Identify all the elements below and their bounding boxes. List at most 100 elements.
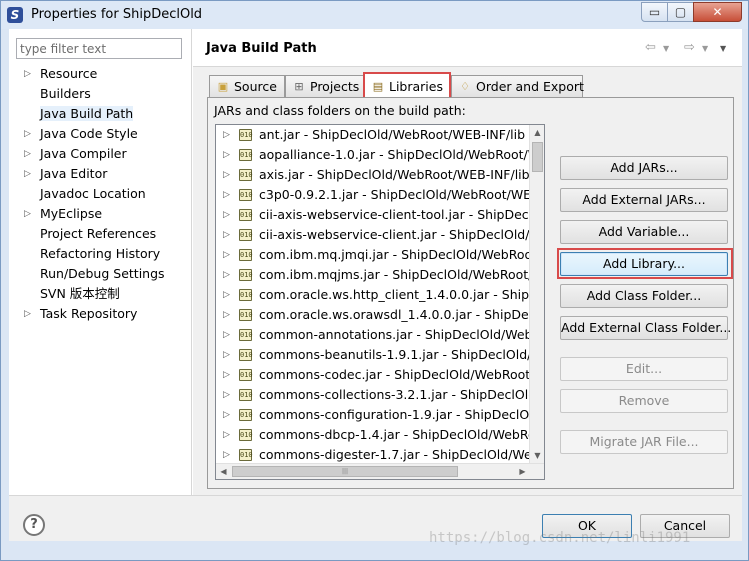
expand-arrow-icon[interactable]: ▷ xyxy=(24,64,31,84)
jar-list-item-label: cii-axis-webservice-client-tool.jar - Sh… xyxy=(259,207,532,222)
vertical-scrollbar[interactable]: ▲ ▼ xyxy=(529,125,544,464)
expand-arrow-icon[interactable]: ▷ xyxy=(223,385,230,405)
help-icon[interactable]: ? xyxy=(23,514,45,536)
expand-arrow-icon[interactable]: ▷ xyxy=(24,164,31,184)
libraries-tab-body: JARs and class folders on the build path… xyxy=(207,97,734,489)
add-external-class-folder-button[interactable]: Add External Class Folder... xyxy=(560,316,731,340)
maximize-button[interactable]: ▢ xyxy=(667,2,694,22)
tree-item[interactable]: Refactoring History xyxy=(22,244,165,264)
expand-arrow-icon[interactable]: ▷ xyxy=(223,425,230,445)
property-pages-tree: ▷ Resource Builders Java Build Path ▷ Java Co… xyxy=(22,64,165,324)
tab-libraries[interactable]: ▤ Libraries xyxy=(363,72,451,98)
build-path-label: JARs and class folders on the build path… xyxy=(214,103,466,118)
add-jars-button[interactable]: Add JARs... xyxy=(560,156,728,180)
expand-arrow-icon[interactable]: ▷ xyxy=(223,325,230,345)
tree-item[interactable]: Builders xyxy=(22,84,165,104)
horizontal-scroll-thumb[interactable]: ||| xyxy=(232,466,458,477)
expand-arrow-icon[interactable]: ▷ xyxy=(223,185,230,205)
tree-item-label: Run/Debug Settings xyxy=(40,266,165,281)
expand-arrow-icon[interactable]: ▷ xyxy=(223,265,230,285)
tree-item[interactable]: ▷ Task Repository xyxy=(22,304,165,324)
jar-list[interactable]: ▷ 010 ant.jar - ShipDeclOld/WebRoot/WEB-IN… xyxy=(215,124,545,480)
jar-list-item[interactable]: ▷ 010 com.ibm.mq.jmqi.jar - ShipDeclOld/We… xyxy=(216,245,532,265)
expand-arrow-icon[interactable]: ▷ xyxy=(223,405,230,425)
scroll-right-icon[interactable]: ▶ xyxy=(515,464,530,479)
tree-item-label: Task Repository xyxy=(40,306,138,321)
jar-list-item-label: com.oracle.ws.orawsdl_1.4.0.0.jar - Ship… xyxy=(259,307,532,322)
tree-item[interactable]: ▷ Java Code Style xyxy=(22,124,165,144)
tree-item[interactable]: ▷ Java Editor xyxy=(22,164,165,184)
jar-list-item[interactable]: ▷ 010 commons-configuration-1.9.jar - Ship… xyxy=(216,405,532,425)
tab-order-and-export[interactable]: ♢ Order and Export xyxy=(451,75,584,97)
jar-list-item[interactable]: ▷ 010 aopalliance-1.0.jar - ShipDeclOld/We… xyxy=(216,145,532,165)
jar-list-item[interactable]: ▷ 010 common-annotations.jar - ShipDeclOld… xyxy=(216,325,532,345)
jar-file-icon: 010 xyxy=(239,129,253,141)
add-library-button[interactable]: Add Library... xyxy=(560,252,728,276)
minimize-button[interactable]: ▭ xyxy=(641,2,668,22)
back-arrow-icon[interactable]: ⇦ xyxy=(645,40,656,55)
jar-list-item-label: cii-axis-webservice-client.jar - ShipDec… xyxy=(259,227,532,242)
expand-arrow-icon[interactable]: ▷ xyxy=(24,304,31,324)
tree-item[interactable]: Run/Debug Settings xyxy=(22,264,165,284)
filter-input[interactable] xyxy=(16,38,182,59)
jar-list-item[interactable]: ▷ 010 com.oracle.ws.http_client_1.4.0.0.ja… xyxy=(216,285,532,305)
expand-arrow-icon[interactable]: ▷ xyxy=(223,245,230,265)
expand-arrow-icon[interactable]: ▷ xyxy=(223,345,230,365)
add-external-jars-button[interactable]: Add External JARs... xyxy=(560,188,728,212)
jar-list-item[interactable]: ▷ 010 cii-axis-webservice-client.jar - Shi… xyxy=(216,225,532,245)
expand-arrow-icon[interactable]: ▷ xyxy=(223,225,230,245)
jar-list-item[interactable]: ▷ 010 com.ibm.mqjms.jar - ShipDeclOld/WebR… xyxy=(216,265,532,285)
expand-arrow-icon[interactable]: ▷ xyxy=(223,445,230,465)
scroll-down-icon[interactable]: ▼ xyxy=(530,448,544,464)
add-variable-button[interactable]: Add Variable... xyxy=(560,220,728,244)
expand-arrow-icon[interactable]: ▷ xyxy=(223,365,230,385)
expand-arrow-icon[interactable]: ▷ xyxy=(223,305,230,325)
jar-file-icon: 010 xyxy=(239,409,253,421)
close-button[interactable]: ✕ xyxy=(693,2,742,22)
tab-source[interactable]: ▣ Source xyxy=(209,75,285,97)
jar-list-item[interactable]: ▷ 010 cii-axis-webservice-client-tool.jar … xyxy=(216,205,532,225)
expand-arrow-icon[interactable]: ▷ xyxy=(223,285,230,305)
forward-arrow-icon[interactable]: ⇨ xyxy=(684,40,695,55)
back-dropdown-icon[interactable]: ▼ xyxy=(663,44,669,53)
jar-list-item[interactable]: ▷ 010 commons-collections-3.2.1.jar - Ship… xyxy=(216,385,532,405)
jar-list-item[interactable]: ▷ 010 commons-dbcp-1.4.jar - ShipDeclOld/W… xyxy=(216,425,532,445)
jar-list-item[interactable]: ▷ 010 commons-beanutils-1.9.1.jar - ShipDe… xyxy=(216,345,532,365)
horizontal-scrollbar[interactable]: ◀ ||| ▶ xyxy=(216,463,544,479)
expand-arrow-icon[interactable]: ▷ xyxy=(24,204,31,224)
scroll-up-icon[interactable]: ▲ xyxy=(530,125,544,141)
expand-arrow-icon[interactable]: ▷ xyxy=(223,165,230,185)
title-bar: S Properties for ShipDeclOld ▭ ▢ ✕ xyxy=(1,1,748,29)
vertical-scroll-thumb[interactable] xyxy=(532,142,543,172)
tree-item[interactable]: Java Build Path xyxy=(22,104,165,124)
jar-list-item[interactable]: ▷ 010 commons-codec.jar - ShipDeclOld/WebR… xyxy=(216,365,532,385)
tree-item[interactable]: ▷ Java Compiler xyxy=(22,144,165,164)
dialog-button-bar: ? OK Cancel https://blog.csdn.net/linli1… xyxy=(9,495,742,546)
tree-item-label: SVN 版本控制 xyxy=(40,286,120,301)
jar-list-item[interactable]: ▷ 010 commons-digester-1.7.jar - ShipDeclO… xyxy=(216,445,532,465)
view-menu-icon[interactable]: ▼ xyxy=(720,44,726,53)
tree-item[interactable]: Javadoc Location xyxy=(22,184,165,204)
tree-item[interactable]: ▷ MyEclipse xyxy=(22,204,165,224)
expand-arrow-icon[interactable]: ▷ xyxy=(223,145,230,165)
tree-item[interactable]: Project References xyxy=(22,224,165,244)
migrate-jar-button[interactable]: Migrate JAR File... xyxy=(560,430,728,454)
tree-item[interactable]: ▷ Resource xyxy=(22,64,165,84)
tree-item-label: MyEclipse xyxy=(40,206,103,221)
expand-arrow-icon[interactable]: ▷ xyxy=(223,125,230,145)
edit-button[interactable]: Edit... xyxy=(560,357,728,381)
tab-projects[interactable]: ⊞ Projects xyxy=(285,75,365,97)
forward-dropdown-icon[interactable]: ▼ xyxy=(702,44,708,53)
jar-list-item[interactable]: ▷ 010 axis.jar - ShipDeclOld/WebRoot/WEB-I… xyxy=(216,165,532,185)
tree-item[interactable]: SVN 版本控制 xyxy=(22,284,165,304)
jar-list-item[interactable]: ▷ 010 c3p0-0.9.2.1.jar - ShipDeclOld/WebRo… xyxy=(216,185,532,205)
jar-list-item[interactable]: ▷ 010 com.oracle.ws.orawsdl_1.4.0.0.jar - … xyxy=(216,305,532,325)
add-class-folder-button[interactable]: Add Class Folder... xyxy=(560,284,728,308)
expand-arrow-icon[interactable]: ▷ xyxy=(24,124,31,144)
expand-arrow-icon[interactable]: ▷ xyxy=(24,144,31,164)
scroll-left-icon[interactable]: ◀ xyxy=(216,464,231,479)
remove-button[interactable]: Remove xyxy=(560,389,728,413)
expand-arrow-icon[interactable]: ▷ xyxy=(223,205,230,225)
jar-list-item[interactable]: ▷ 010 ant.jar - ShipDeclOld/WebRoot/WEB-IN… xyxy=(216,125,532,145)
jar-file-icon: 010 xyxy=(239,209,253,221)
